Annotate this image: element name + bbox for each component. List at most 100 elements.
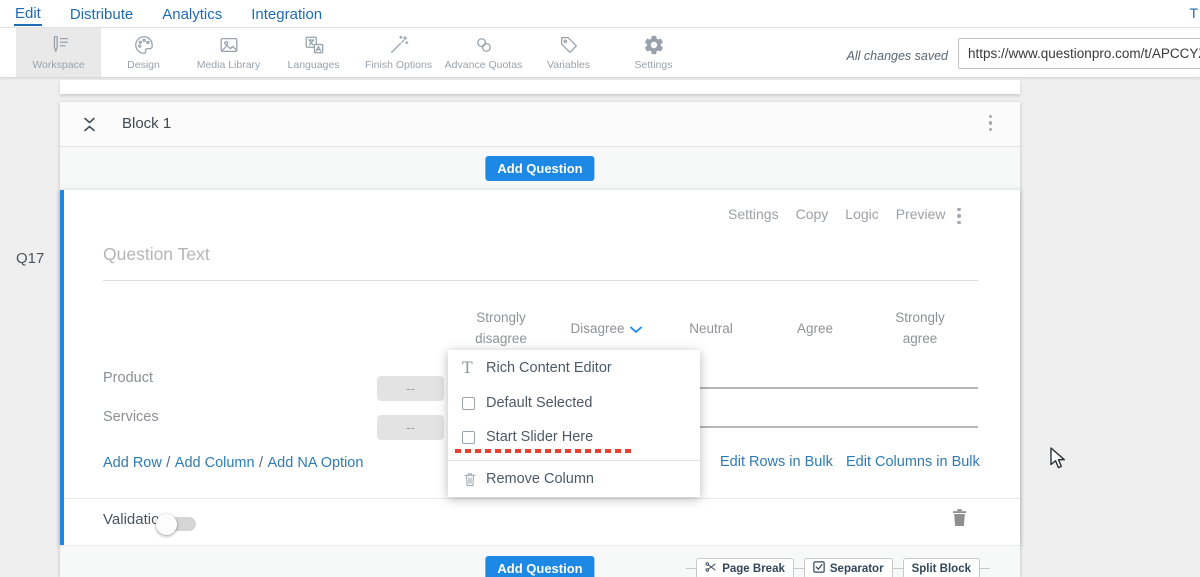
connector-dash: [893, 568, 903, 569]
row-value-pill[interactable]: --: [377, 415, 444, 440]
menu-item-remove-column[interactable]: Remove Column: [448, 461, 700, 497]
menu-item-label: Default Selected: [486, 395, 592, 411]
question-settings-link[interactable]: Settings: [728, 206, 779, 222]
nav-item-analytics[interactable]: Analytics: [161, 3, 223, 25]
validation-toggle[interactable]: [159, 517, 196, 531]
toolbar-item-label: Advance Quotas: [445, 59, 523, 71]
connector-dash: [794, 568, 804, 569]
mouse-cursor: [1050, 447, 1069, 475]
matrix-column-header[interactable]: Strongly disagree: [458, 307, 544, 351]
row-value-pill[interactable]: --: [377, 376, 444, 401]
survey-editor-app: Edit Distribute Analytics Integration T …: [0, 0, 1200, 577]
top-navbar: Edit Distribute Analytics Integration T: [0, 0, 1200, 28]
chain-link-icon: [473, 34, 495, 56]
add-question-strip-bottom: Add Question Page Break Separator Split …: [60, 545, 1020, 577]
question-actions: Settings Copy Logic Preview: [728, 206, 946, 222]
column-options-menu: T Rich Content Editor Default Selected S…: [448, 350, 700, 497]
add-question-strip-top: Add Question: [60, 147, 1020, 190]
add-question-button-bottom[interactable]: Add Question: [485, 556, 594, 577]
menu-item-label: Remove Column: [486, 471, 594, 487]
toolbar-item-label: Workspace: [32, 59, 84, 71]
survey-url-input[interactable]: [958, 38, 1200, 69]
toolbar-item-languages[interactable]: Languages: [271, 28, 356, 77]
block-header: Block 1: [60, 102, 1020, 147]
connector-dash: [686, 568, 696, 569]
block-tools: Page Break Separator Split Block: [686, 558, 990, 577]
chevron-down-icon[interactable]: [630, 320, 642, 341]
checkbox-checked-icon: [813, 561, 825, 576]
toolbar-item-finish-options[interactable]: Finish Options: [356, 28, 441, 77]
toolbar-item-workspace[interactable]: Workspace: [16, 28, 101, 77]
toolbar-item-advance-quotas[interactable]: Advance Quotas: [441, 28, 526, 77]
delete-question-button[interactable]: [951, 508, 968, 532]
matrix-row-label[interactable]: Services: [103, 409, 159, 425]
matrix-column-header[interactable]: Agree: [772, 307, 858, 351]
previous-block-edge: [60, 80, 1020, 94]
menu-item-label: Rich Content Editor: [486, 360, 612, 376]
toolbar-item-design[interactable]: Design: [101, 28, 186, 77]
editor-toolbar: Workspace Design Media Library Languages…: [0, 28, 1200, 78]
edit-columns-bulk-link[interactable]: Edit Columns in Bulk: [846, 454, 980, 470]
question-menu-button[interactable]: [953, 204, 965, 228]
annotation-underline: [455, 449, 633, 453]
separator-button[interactable]: Separator: [804, 558, 893, 577]
workspace-icon: [48, 34, 70, 56]
matrix-column-header-open[interactable]: Disagree: [563, 307, 649, 351]
menu-item-default-selected[interactable]: Default Selected: [448, 385, 700, 421]
toggle-knob: [156, 514, 177, 535]
card-divider: [64, 498, 1020, 499]
toolbar-item-variables[interactable]: Variables: [526, 28, 611, 77]
image-icon: [218, 34, 240, 56]
palette-icon: [133, 34, 155, 56]
nav-item-distribute[interactable]: Distribute: [69, 3, 134, 25]
add-column-link[interactable]: Add Column: [175, 455, 255, 471]
page-break-button[interactable]: Page Break: [696, 558, 794, 577]
toolbar-item-label: Design: [127, 59, 160, 71]
edit-rows-bulk-link[interactable]: Edit Rows in Bulk: [720, 454, 833, 470]
text-format-icon: T: [462, 360, 486, 376]
block-menu-button[interactable]: [985, 111, 997, 135]
toolbar-item-label: Finish Options: [365, 59, 432, 71]
toolbar-item-label: Settings: [635, 59, 673, 71]
matrix-column-label: Disagree: [570, 319, 624, 340]
question-preview-link[interactable]: Preview: [896, 206, 946, 222]
collapse-block-button[interactable]: [82, 116, 97, 138]
toolbar-item-media-library[interactable]: Media Library: [186, 28, 271, 77]
checkbox-icon: [462, 397, 486, 410]
matrix-column-header[interactable]: Neutral: [668, 307, 754, 351]
block-card: Block 1 Add Question Settings Copy Logic…: [60, 102, 1020, 577]
collapse-icon: [82, 120, 97, 137]
question-number-label: Q17: [16, 250, 44, 267]
toolbar-item-settings[interactable]: Settings: [611, 28, 696, 77]
menu-item-rich-content-editor[interactable]: T Rich Content Editor: [448, 350, 700, 385]
tag-icon: [558, 34, 580, 56]
question-copy-link[interactable]: Copy: [796, 206, 829, 222]
toolbar-item-label: Media Library: [197, 59, 261, 71]
question-logic-link[interactable]: Logic: [845, 206, 878, 222]
split-block-button[interactable]: Split Block: [903, 558, 980, 577]
page-break-label: Page Break: [722, 563, 785, 575]
add-question-button[interactable]: Add Question: [485, 156, 594, 181]
save-status-text: All changes saved: [847, 49, 948, 63]
matrix-column-header[interactable]: Strongly agree: [877, 307, 963, 351]
translate-icon: [303, 34, 325, 56]
toolbar-item-label: Variables: [547, 59, 590, 71]
question-text-underline: [103, 280, 978, 281]
matrix-row-label[interactable]: Product: [103, 370, 153, 386]
menu-item-label: Start Slider Here: [486, 429, 593, 445]
scissors-icon: [705, 561, 717, 576]
toolbar-item-label: Languages: [288, 59, 340, 71]
trash-outline-icon: [462, 471, 486, 488]
trash-icon: [951, 514, 968, 531]
separator-label: Separator: [830, 563, 884, 575]
add-na-option-link[interactable]: Add NA Option: [268, 455, 364, 471]
add-row-link[interactable]: Add Row: [103, 455, 162, 471]
matrix-edit-links: Add Row / Add Column / Add NA Option: [103, 454, 363, 472]
nav-item-integration[interactable]: Integration: [250, 3, 323, 25]
checkbox-icon: [462, 431, 486, 444]
nav-item-edit[interactable]: Edit: [14, 2, 42, 26]
nav-item-partial[interactable]: T: [1189, 5, 1198, 21]
magic-wand-icon: [388, 34, 410, 56]
question-text-input[interactable]: Question Text: [103, 244, 210, 265]
connector-dash: [980, 568, 990, 569]
